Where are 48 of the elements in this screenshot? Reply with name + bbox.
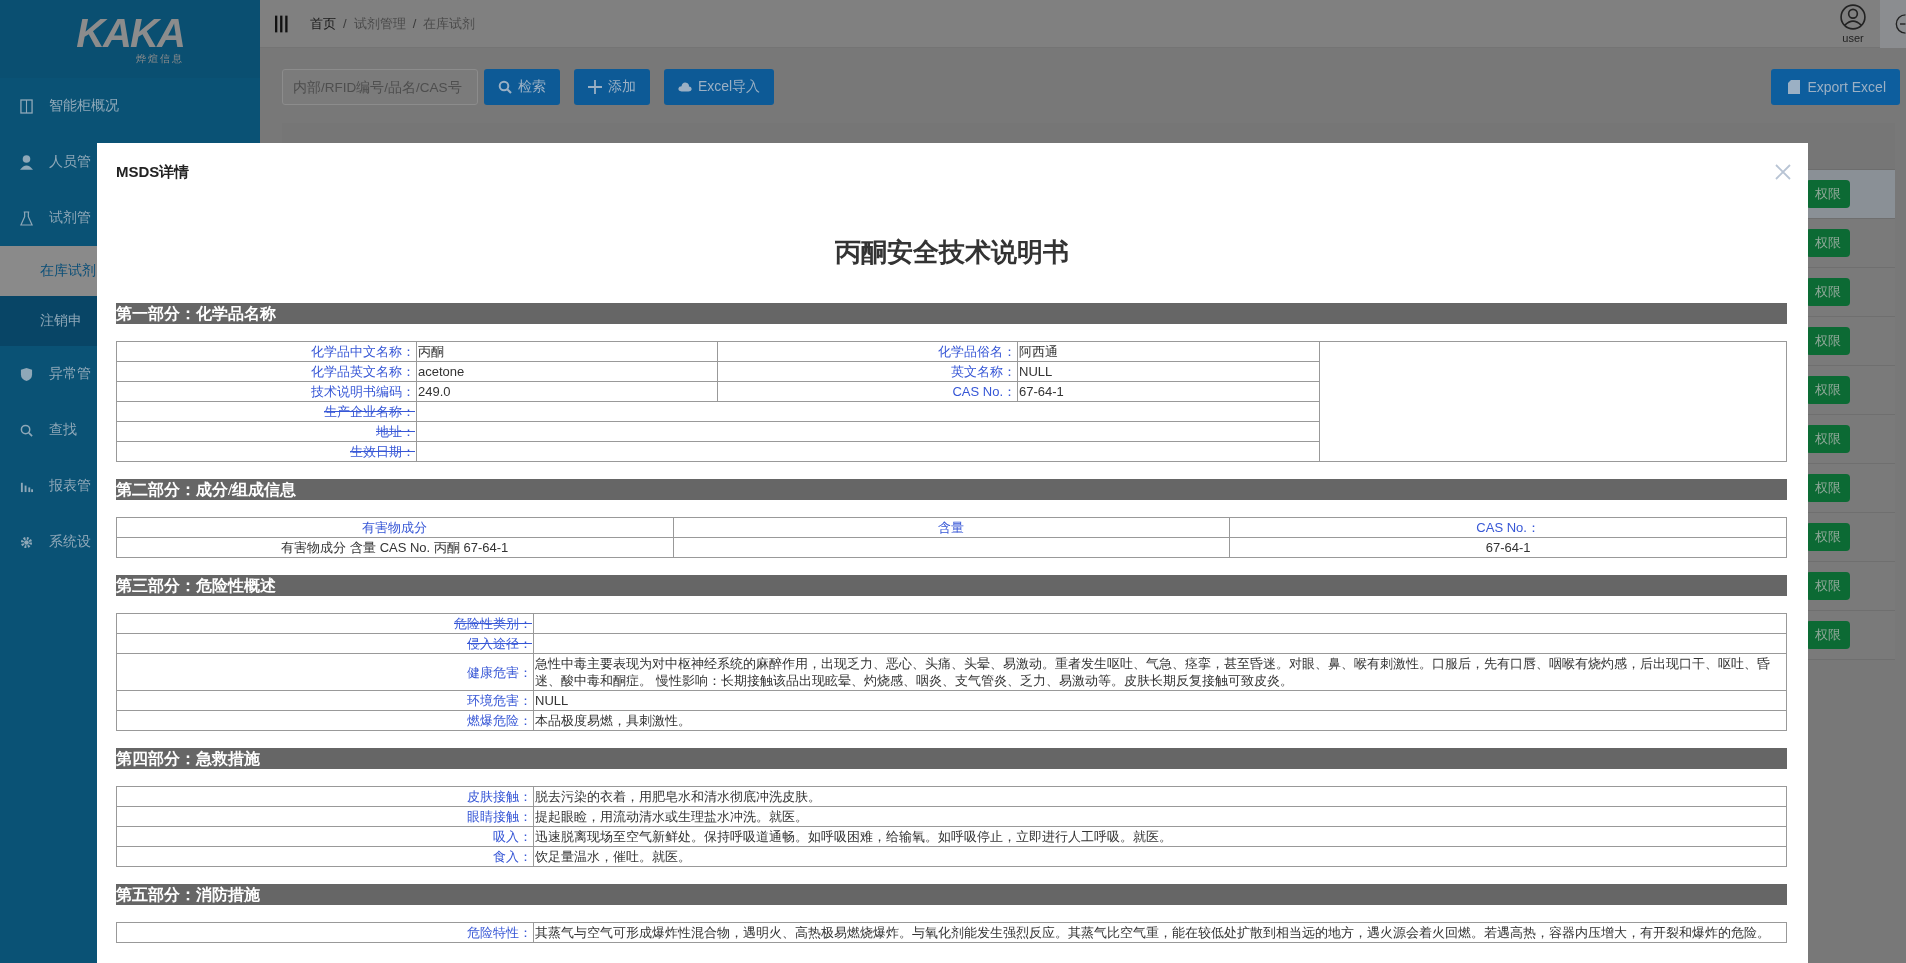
- field-label: 危险性类别：: [116, 613, 534, 634]
- field-label: 皮肤接触：: [116, 786, 534, 807]
- field-value: 阿西通: [1017, 341, 1320, 362]
- field-value: acetone: [416, 361, 718, 382]
- field-label: 健康危害：: [116, 653, 534, 691]
- table-cell: 67-64-1: [1229, 537, 1787, 558]
- field-value: 本品极度易燃，具刺激性。: [533, 710, 1787, 731]
- field-label: 环境危害：: [116, 690, 534, 711]
- field-value: 249.0: [416, 381, 718, 402]
- field-label: 侵入途径：: [116, 633, 534, 654]
- field-label: 生效日期：: [116, 441, 417, 462]
- field-value: 迅速脱离现场至空气新鲜处。保持呼吸道通畅。如呼吸困难，给输氧。如呼吸停止，立即进行人工呼吸。就医。: [533, 826, 1787, 847]
- column-header: CAS No.：: [1229, 517, 1787, 538]
- section-header: 第四部分：急救措施: [116, 748, 1787, 769]
- field-label: 英文名称：: [717, 361, 1018, 382]
- section-header: 第五部分：消防措施: [116, 884, 1787, 905]
- field-label: 危险特性：: [116, 922, 534, 943]
- section-header: 第一部分：化学品名称: [116, 303, 1787, 324]
- field-value: 饮足量温水，催吐。就医。: [533, 846, 1787, 867]
- field-value: 提起眼睑，用流动清水或生理盐水冲洗。就医。: [533, 806, 1787, 827]
- document-title: 丙酮安全技术说明书: [833, 236, 1070, 269]
- field-label: 技术说明书编码：: [116, 381, 417, 402]
- table-cell: 有害物成分 含量 CAS No. 丙酮 67-64-1: [116, 537, 674, 558]
- breadcrumb-separator: /: [343, 16, 347, 31]
- field-label: 化学品英文名称：: [116, 361, 417, 382]
- field-label: 化学品中文名称：: [116, 341, 417, 362]
- field-label: 眼睛接触：: [116, 806, 534, 827]
- field-label: 生产企业名称：: [116, 401, 417, 422]
- field-value: 脱去污染的衣着，用肥皂水和清水彻底冲洗皮肤。: [533, 786, 1787, 807]
- field-value: NULL: [533, 690, 1787, 711]
- field-label: CAS No.：: [717, 381, 1018, 402]
- field-label: 吸入：: [116, 826, 534, 847]
- field-label: 化学品俗名：: [717, 341, 1018, 362]
- logo: KAKA: [76, 13, 184, 53]
- field-label: 食入：: [116, 846, 534, 867]
- field-label: 地址：: [116, 421, 417, 442]
- column-header: 含量: [673, 517, 1230, 538]
- breadcrumb-separator: /: [412, 16, 417, 31]
- modal-title: MSDS详情: [116, 162, 190, 182]
- field-value: 丙酮: [416, 341, 718, 362]
- section-header: 第三部分：危险性概述: [116, 575, 1787, 596]
- field-value: 急性中毒主要表现为对中枢神经系统的麻醉作用，出现乏力、恶心、头痛、头晕、易激动。重者发生呕吐、气急、痉挛，甚至昏迷。对眼、鼻、喉有刺激性。口服后，先有口唇、咽喉有烧灼感，后出现口干、呕吐、昏迷、酸中毒和酮症。 慢性影响：长期接触该品出现眩晕、灼烧感、咽炎、支气管炎、乏力、易激动等。皮肤长期反复接触可致皮炎。: [533, 653, 1787, 691]
- field-value: 其蒸气与空气可形成爆炸性混合物，遇明火、高热极易燃烧爆炸。与氧化剂能发生强烈反应。其蒸气比空气重，能在较低处扩散到相当远的地方，遇火源会着火回燃。若遇高热，容器内压增大，有开裂和爆炸的危险。: [533, 922, 1787, 943]
- section-header: 第二部分：成分/组成信息: [116, 479, 1787, 500]
- user-name: user: [1842, 31, 1864, 44]
- column-header: 有害物成分: [116, 517, 674, 538]
- field-label: 燃爆危险：: [116, 710, 534, 731]
- logo-subtitle: 烨煊信息: [136, 53, 184, 65]
